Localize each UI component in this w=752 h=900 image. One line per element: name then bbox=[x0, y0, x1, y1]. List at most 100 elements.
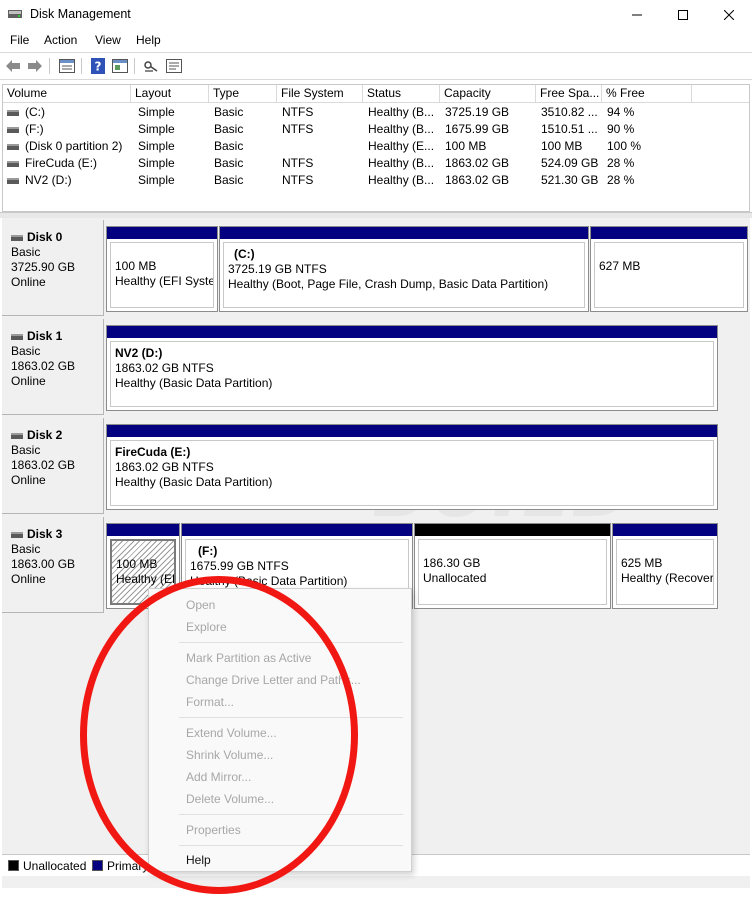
help-icon: ? bbox=[91, 58, 105, 74]
menu-item-delete-volume[interactable]: Delete Volume... bbox=[186, 789, 274, 809]
partition-type-bar bbox=[107, 227, 217, 239]
partition-recovery[interactable]: 625 MB Healthy (Recover bbox=[612, 523, 718, 609]
disk-label-3[interactable]: Disk 3 Basic 1863.00 GB Online bbox=[2, 517, 104, 613]
cell-type: Basic bbox=[214, 139, 244, 153]
menu-item-open[interactable]: Open bbox=[186, 595, 215, 615]
partition-size: 625 MB bbox=[621, 556, 663, 570]
disk-name: Disk 1 bbox=[27, 329, 63, 343]
menu-file[interactable]: File bbox=[10, 33, 29, 47]
back-button[interactable] bbox=[3, 57, 23, 75]
menu-item-properties[interactable]: Properties bbox=[186, 820, 241, 840]
table-row[interactable]: (F:) Simple Basic NTFS Healthy (B... 167… bbox=[3, 121, 749, 138]
menu-action[interactable]: Action bbox=[44, 33, 77, 47]
partition-status: Healthy (Basic Data Partition) bbox=[115, 475, 273, 489]
cell-type: Basic bbox=[214, 122, 244, 136]
cell-file-system: NTFS bbox=[282, 105, 314, 119]
properties-button[interactable] bbox=[164, 57, 184, 75]
maximize-button[interactable] bbox=[660, 0, 706, 30]
legend-label-unallocated: Unallocated bbox=[23, 859, 87, 873]
partition-type-bar bbox=[415, 524, 610, 536]
partition-name: (C:) bbox=[234, 247, 255, 261]
disk-icon bbox=[11, 333, 23, 340]
cell-layout: Simple bbox=[138, 173, 175, 187]
menu-item-extend-volume[interactable]: Extend Volume... bbox=[186, 723, 277, 743]
cell-status: Healthy (B... bbox=[368, 122, 435, 136]
partition-recovery[interactable]: 627 MB bbox=[590, 226, 748, 312]
menu-item-change-drive-letter[interactable]: Change Drive Letter and Paths... bbox=[186, 670, 361, 690]
console-icon bbox=[112, 59, 128, 73]
partition-efi[interactable]: 100 MB Healthy (EFI Syster bbox=[106, 226, 218, 312]
column-header-free-space[interactable]: Free Spa... bbox=[536, 85, 602, 103]
column-header-volume[interactable]: Volume bbox=[3, 85, 131, 103]
disk-type: Basic bbox=[11, 344, 41, 358]
console-button[interactable] bbox=[110, 57, 130, 75]
table-row[interactable]: (Disk 0 partition 2) Simple Basic Health… bbox=[3, 138, 749, 155]
cell-status: Healthy (B... bbox=[368, 156, 435, 170]
cell-file-system bbox=[278, 138, 363, 155]
disk-size: 3725.90 GB bbox=[11, 260, 76, 274]
cell-layout: Simple bbox=[138, 122, 175, 136]
column-header-layout[interactable]: Layout bbox=[131, 85, 209, 103]
menu-item-format[interactable]: Format... bbox=[186, 692, 234, 712]
menu-item-help[interactable]: Help bbox=[186, 850, 211, 870]
cell-volume: FireCuda (E:) bbox=[3, 155, 131, 172]
volume-name: NV2 (D:) bbox=[25, 173, 72, 187]
menu-separator bbox=[179, 642, 403, 643]
disk-label-0[interactable]: Disk 0 Basic 3725.90 GB Online bbox=[2, 220, 104, 316]
partition-c[interactable]: (C:) 3725.19 GB NTFS Healthy (Boot, Page… bbox=[219, 226, 589, 312]
column-header-file-system[interactable]: File System bbox=[277, 85, 363, 103]
menu-help[interactable]: Help bbox=[136, 33, 161, 47]
cell-file-system: NTFS bbox=[282, 156, 314, 170]
cell-status: Healthy (B... bbox=[368, 105, 435, 119]
maximize-icon bbox=[678, 10, 688, 20]
partition-type-bar bbox=[182, 524, 412, 536]
cell-volume: (C:) bbox=[3, 104, 131, 121]
toolbar: ? bbox=[0, 52, 752, 80]
cell-type: Basic bbox=[214, 105, 244, 119]
forward-button[interactable] bbox=[25, 57, 45, 75]
disk-label-1[interactable]: Disk 1 Basic 1863.02 GB Online bbox=[2, 319, 104, 415]
list-view-icon bbox=[59, 59, 75, 73]
column-header-type[interactable]: Type bbox=[209, 85, 277, 103]
menu-item-add-mirror[interactable]: Add Mirror... bbox=[186, 767, 251, 787]
cell-volume: (F:) bbox=[3, 121, 131, 138]
disk-name: Disk 0 bbox=[27, 230, 63, 244]
disk-label-2[interactable]: Disk 2 Basic 1863.02 GB Online bbox=[2, 418, 104, 514]
partition-unallocated[interactable]: 186.30 GB Unallocated bbox=[414, 523, 611, 609]
partition-status: Healthy (Basic Data Partition) bbox=[190, 574, 348, 588]
window-title: Disk Management bbox=[30, 7, 131, 21]
column-header-capacity[interactable]: Capacity bbox=[440, 85, 536, 103]
partition-name: FireCuda (E:) bbox=[115, 445, 191, 459]
menu-separator bbox=[179, 845, 403, 846]
partition-status: Healthy (Boot, Page File, Crash Dump, Ba… bbox=[228, 277, 549, 291]
table-row[interactable]: NV2 (D:) Simple Basic NTFS Healthy (B...… bbox=[3, 172, 749, 189]
disk-size: 1863.00 GB bbox=[11, 557, 76, 571]
partition-size: 3725.19 GB NTFS bbox=[228, 262, 327, 276]
key-button[interactable] bbox=[141, 57, 161, 75]
menu-item-mark-active[interactable]: Mark Partition as Active bbox=[186, 648, 311, 668]
minimize-button[interactable] bbox=[614, 0, 660, 30]
disk-row-1: Disk 1 Basic 1863.02 GB Online NV2 (D:) … bbox=[2, 319, 750, 417]
partition-name: NV2 (D:) bbox=[115, 346, 163, 360]
partition-size: 1675.99 GB NTFS bbox=[190, 559, 289, 573]
minimize-icon bbox=[632, 14, 642, 16]
disk-row-2: Disk 2 Basic 1863.02 GB Online FireCuda … bbox=[2, 418, 750, 516]
partition-status: Healthy (EFI Syster bbox=[115, 274, 214, 288]
back-arrow-icon bbox=[6, 60, 20, 72]
partition-d[interactable]: NV2 (D:) 1863.02 GB NTFS Healthy (Basic … bbox=[106, 325, 718, 411]
column-header-percent-free[interactable]: % Free bbox=[602, 85, 692, 103]
menu-item-shrink-volume[interactable]: Shrink Volume... bbox=[186, 745, 273, 765]
help-button[interactable]: ? bbox=[88, 57, 108, 75]
legend-swatch-primary bbox=[92, 860, 103, 871]
partition-e[interactable]: FireCuda (E:) 1863.02 GB NTFS Healthy (B… bbox=[106, 424, 718, 510]
cell-type: Basic bbox=[214, 156, 244, 170]
close-button[interactable] bbox=[706, 0, 752, 30]
menu-view[interactable]: View bbox=[95, 33, 121, 47]
cell-layout: Simple bbox=[138, 139, 175, 153]
table-row[interactable]: FireCuda (E:) Simple Basic NTFS Healthy … bbox=[3, 155, 749, 172]
partition-name: (F:) bbox=[198, 544, 218, 558]
list-view-button[interactable] bbox=[57, 57, 77, 75]
table-row[interactable]: (C:) Simple Basic NTFS Healthy (B... 372… bbox=[3, 104, 749, 121]
column-header-status[interactable]: Status bbox=[363, 85, 440, 103]
menu-item-explore[interactable]: Explore bbox=[186, 617, 227, 637]
